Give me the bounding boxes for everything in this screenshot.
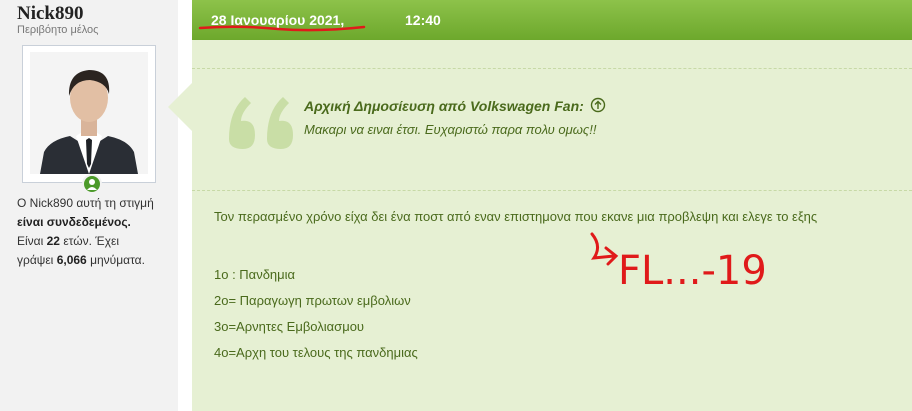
list-item: 1ο : Πανδημια	[214, 267, 296, 282]
user-age: 22	[46, 234, 60, 248]
online-status: είναι συνδεδεμένος.	[17, 215, 131, 229]
list-item: 3ο=Αρνητες Εμβολιασμου	[214, 319, 365, 334]
annotation-text: FL...-19	[618, 248, 767, 294]
user-info: Ο Nick890 αυτή τη στιγμή είναι συνδεδεμέ…	[17, 194, 177, 270]
list-item: 2ο= Παραγωγη πρωτων εμβολιων	[214, 293, 411, 308]
post-body-text: Τον περασμένο χρόνο είχα δει ένα ποστ απ…	[214, 209, 818, 224]
handwritten-annotation: FL...-19	[590, 232, 767, 294]
avatar-frame[interactable]	[22, 45, 156, 183]
quote-block: Αρχική Δημοσίευση από Volkswagen Fan: Μα…	[192, 68, 912, 191]
quote-header-text: Αρχική Δημοσίευση από Volkswagen Fan:	[304, 98, 584, 114]
prediction-list: 1ο : Πανδημια 2ο= Παραγωγη πρωτων εμβολι…	[214, 262, 418, 366]
username[interactable]: Nick890	[17, 3, 84, 25]
post-time: 12:40	[405, 12, 441, 28]
post-count: 6,066	[56, 253, 87, 267]
quote-header: Αρχική Δημοσίευση από Volkswagen Fan:	[304, 97, 606, 114]
avatar[interactable]	[30, 52, 148, 174]
posts-suffix: μηνύματα.	[90, 253, 145, 267]
red-underline-mark	[198, 25, 366, 32]
status-text: Ο Nick890 αυτή τη στιγμή	[17, 196, 154, 210]
user-sidebar: Nick890 Περιβόητο μέλος Ο Nick890 αυτή τ…	[0, 0, 178, 411]
post-pointer	[168, 83, 192, 131]
age-suffix: ετών. Έχει	[63, 234, 120, 248]
post: 28 Ιανουαρίου 2021, 12:40 Αρχική Δημοσίε…	[192, 0, 912, 411]
user-title: Περιβόητο μέλος	[17, 24, 99, 36]
list-item: 4ο=Αρχη του τελους της πανδημιας	[214, 345, 418, 360]
online-status-icon	[82, 174, 102, 194]
posts-prefix: γράψει	[17, 253, 54, 267]
quote-text: Μακαρι να ειναι έτσι. Ευχαριστώ παρα πολ…	[304, 122, 597, 137]
age-prefix: Είναι	[17, 234, 44, 248]
view-original-post-icon[interactable]	[590, 97, 606, 113]
quote-mark-icon	[229, 97, 293, 149]
